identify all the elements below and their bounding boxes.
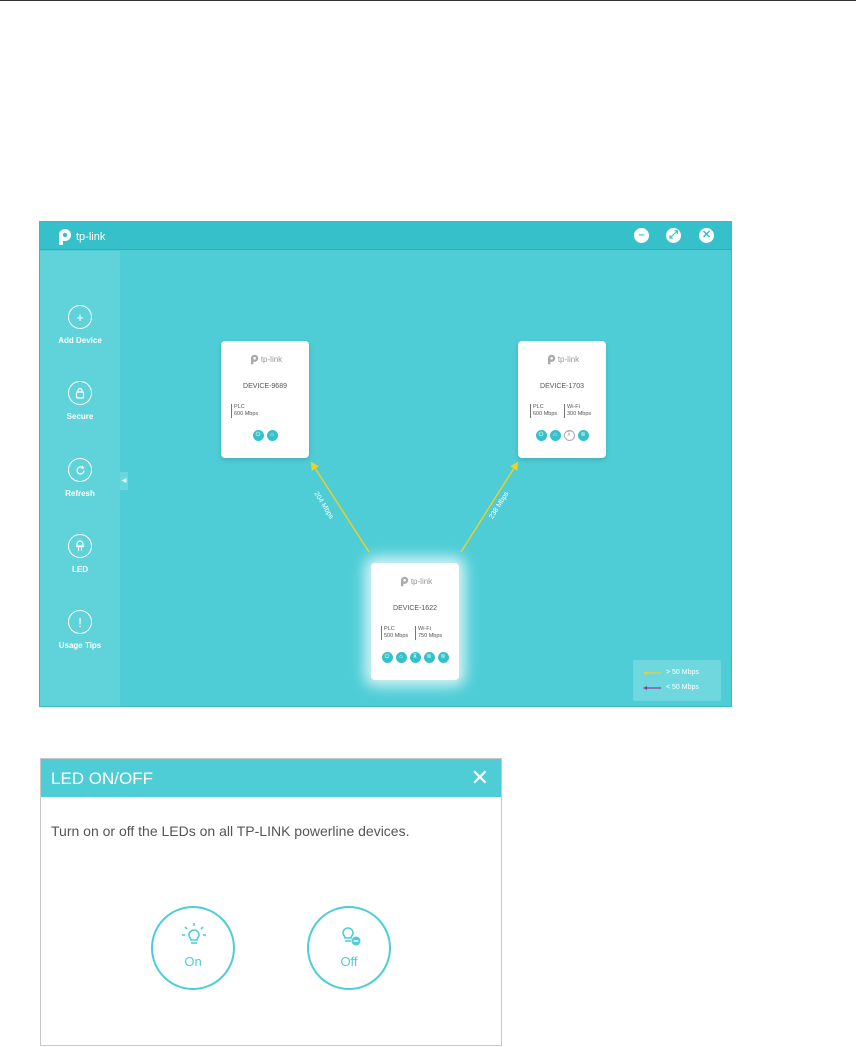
device-name: DEVICE-1622 bbox=[393, 605, 437, 612]
spec-label: PLC bbox=[384, 626, 395, 632]
spec-label: PLC bbox=[533, 404, 544, 410]
dialog-header: LED ON/OFF ✕ bbox=[41, 759, 501, 797]
tp-link-logo: tp-link bbox=[221, 354, 309, 365]
brand-text: tp-link bbox=[260, 355, 283, 364]
legend-label: > 50 Mbps bbox=[666, 669, 699, 676]
device-name: DEVICE-1703 bbox=[540, 383, 584, 390]
led-on-label: On bbox=[184, 954, 202, 969]
close-icon: ✕ bbox=[470, 765, 489, 790]
spec-value: 500 Mbps bbox=[384, 633, 409, 639]
power-icon: ⏻ bbox=[252, 430, 264, 441]
dialog-message: Turn on or off the LEDs on all TP-LINK p… bbox=[51, 823, 410, 839]
legend-arrow-fast bbox=[643, 670, 661, 675]
wifi-spec: Wi-Fi 300 Mbps bbox=[564, 404, 591, 418]
tp-link-logo-icon bbox=[250, 354, 259, 365]
spec-value: 600 Mbps bbox=[234, 411, 259, 417]
plc-spec: PLC 500 Mbps bbox=[381, 626, 408, 640]
powerline-icon: ⌂ bbox=[549, 430, 561, 441]
wifi-icon: ≋ bbox=[437, 652, 449, 663]
device-led-icons: ⏻ ⌂ bbox=[221, 430, 309, 441]
wifi-icon: ≋ bbox=[577, 430, 589, 441]
power-icon: ⏻ bbox=[381, 652, 393, 663]
wifi-spec: Wi-Fi 750 Mbps bbox=[415, 626, 442, 640]
page-top-rule bbox=[0, 0, 856, 1]
dialog-close-button[interactable]: ✕ bbox=[471, 765, 489, 791]
led-off-button[interactable]: Off bbox=[307, 906, 391, 990]
device-card-1622[interactable]: tp-link DEVICE-1622 PLC 500 Mbps Wi-Fi 7… bbox=[371, 563, 459, 680]
device-card-9689[interactable]: tp-link DEVICE-9689 PLC 600 Mbps ⏻ ⌂ bbox=[221, 341, 309, 458]
power-icon: ⏻ bbox=[535, 430, 547, 441]
spec-value: 600 Mbps bbox=[533, 411, 558, 417]
legend-arrow-slow bbox=[643, 685, 661, 690]
device-card-1703[interactable]: tp-link DEVICE-1703 PLC 600 Mbps Wi-Fi 3… bbox=[518, 341, 606, 458]
spec-value: 750 Mbps bbox=[418, 633, 443, 639]
legend-label: < 50 Mbps bbox=[666, 684, 699, 691]
tpplc-utility-window: tp-link – ⤢ ✕ + Add Device Secure Refres… bbox=[39, 221, 732, 707]
device-name: DEVICE-9689 bbox=[243, 383, 287, 390]
tp-link-logo: tp-link bbox=[518, 354, 606, 365]
speed-legend: > 50 Mbps < 50 Mbps bbox=[633, 660, 721, 701]
link-line-device-1703 bbox=[460, 461, 519, 553]
tp-link-logo-icon bbox=[547, 354, 556, 365]
device-led-icons: ⏻ ⌂ ⊼ ≋ bbox=[518, 430, 606, 441]
ethernet-icon: ⊼ bbox=[563, 430, 575, 441]
tp-link-logo-icon bbox=[400, 576, 409, 587]
powerline-icon: ⌂ bbox=[266, 430, 278, 441]
plc-spec: PLC 600 Mbps bbox=[231, 404, 258, 418]
spec-label: PLC bbox=[234, 404, 245, 410]
powerline-icon: ⌂ bbox=[395, 652, 407, 663]
plc-spec: PLC 600 Mbps bbox=[530, 404, 557, 418]
legend-item: < 50 Mbps bbox=[643, 684, 699, 691]
dialog-title: LED ON/OFF bbox=[51, 769, 154, 788]
spec-label: Wi-Fi bbox=[567, 404, 580, 410]
device-led-icons: ⏻ ⌂ ⊼ ≋ ≋ bbox=[371, 652, 459, 663]
legend-item: > 50 Mbps bbox=[643, 669, 699, 676]
brand-text: tp-link bbox=[557, 355, 580, 364]
spec-label: Wi-Fi bbox=[418, 626, 431, 632]
led-onoff-dialog: LED ON/OFF ✕ Turn on or off the LEDs on … bbox=[40, 758, 502, 1046]
led-off-label: Off bbox=[340, 954, 358, 969]
bulb-off-icon bbox=[342, 927, 361, 946]
tp-link-logo: tp-link bbox=[371, 576, 459, 587]
spec-value: 300 Mbps bbox=[567, 411, 592, 417]
wifi-icon: ≋ bbox=[423, 652, 435, 663]
ethernet-icon: ⊼ bbox=[409, 652, 421, 663]
bulb-on-icon bbox=[182, 923, 206, 944]
led-on-button[interactable]: On bbox=[151, 906, 235, 990]
brand-text: tp-link bbox=[410, 577, 433, 586]
